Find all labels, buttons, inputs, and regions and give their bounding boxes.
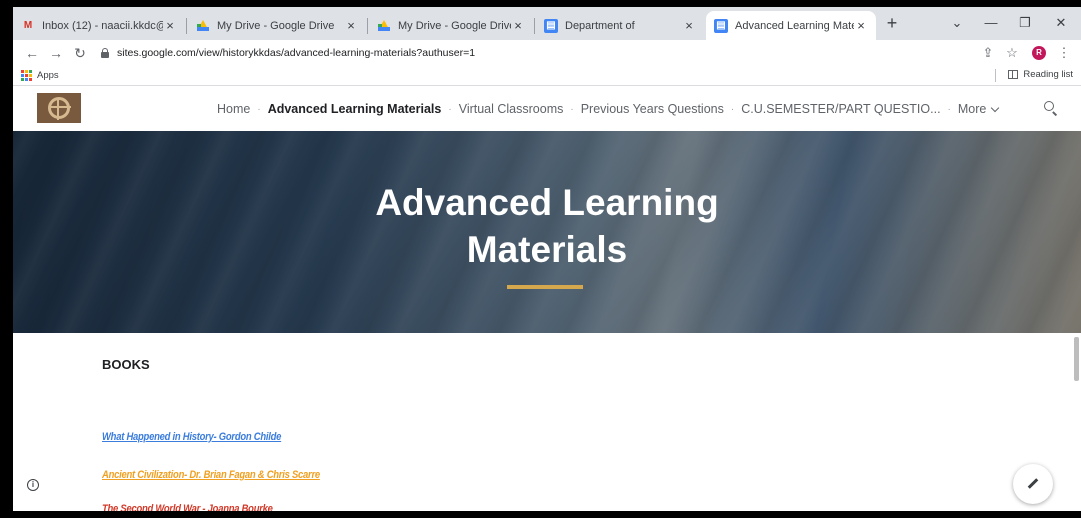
page-title-line-1: Advanced Learning bbox=[375, 182, 719, 223]
window-close-icon[interactable]: ✕ bbox=[1047, 13, 1075, 33]
tab-gmail-inbox[interactable]: M Inbox (12) - naacii.kkdc@gm × bbox=[13, 11, 185, 40]
nav-item-cu-semester-questions[interactable]: C.U.SEMESTER/PART QUESTIO... bbox=[741, 102, 940, 116]
restore-icon[interactable]: ❐ bbox=[1011, 13, 1039, 33]
wheel-icon bbox=[48, 97, 71, 120]
minimize-icon[interactable]: — bbox=[977, 13, 1005, 33]
search-icon[interactable] bbox=[1044, 101, 1058, 115]
toolbar: ← → ↻ sites.google.com/view/historykkdas… bbox=[13, 40, 1081, 66]
nav-separator: · bbox=[570, 103, 574, 115]
reload-icon[interactable]: ↻ bbox=[71, 44, 89, 62]
tab-separator bbox=[534, 18, 535, 34]
bookmarks-bar: Apps Reading list bbox=[13, 66, 1081, 86]
share-icon[interactable]: ⇪ bbox=[979, 44, 997, 62]
nav-more-button[interactable]: More bbox=[957, 102, 1000, 116]
site-logo[interactable] bbox=[37, 93, 81, 123]
book-link-ancient-civilization[interactable]: Ancient Civilization- Dr. Brian Fagan & … bbox=[102, 469, 320, 481]
gmail-icon: M bbox=[23, 20, 33, 31]
tab-department[interactable]: ▤ Department of × bbox=[536, 11, 704, 40]
chevron-down-icon bbox=[991, 103, 1000, 113]
reading-list-icon bbox=[1008, 70, 1019, 79]
apps-shortcut[interactable]: Apps bbox=[21, 70, 59, 81]
nav-item-virtual-classrooms[interactable]: Virtual Classrooms bbox=[459, 102, 564, 116]
browser-window: M Inbox (12) - naacii.kkdc@gm × My Drive… bbox=[13, 7, 1081, 511]
hero-banner: Advanced Learning Materials bbox=[13, 131, 1081, 333]
title-accent-bar bbox=[507, 285, 583, 289]
profile-avatar[interactable]: R bbox=[1032, 46, 1046, 60]
tab-search-icon[interactable]: ⌄ bbox=[943, 13, 971, 33]
tab-strip: M Inbox (12) - naacii.kkdc@gm × My Drive… bbox=[13, 7, 1081, 40]
book-link-second-world-war[interactable]: The Second World War - Joanna Bourke bbox=[102, 503, 273, 511]
apps-grid-icon bbox=[21, 70, 32, 81]
forward-icon[interactable]: → bbox=[47, 44, 65, 62]
book-link-what-happened-in-history[interactable]: What Happened in History- Gordon Childe bbox=[102, 431, 281, 443]
address-bar[interactable]: sites.google.com/view/historykkdas/advan… bbox=[101, 43, 973, 63]
close-icon[interactable]: × bbox=[163, 18, 177, 33]
close-icon[interactable]: × bbox=[344, 18, 358, 33]
kebab-menu-icon[interactable]: ⋮ bbox=[1055, 44, 1073, 62]
google-sites-icon: ▤ bbox=[544, 18, 558, 33]
apps-label: Apps bbox=[37, 70, 59, 81]
tab-title: Inbox (12) - naacii.kkdc@gm bbox=[42, 19, 163, 32]
tab-google-drive-2[interactable]: My Drive - Google Drive × bbox=[369, 11, 533, 40]
nav-separator: · bbox=[257, 103, 261, 115]
lock-icon[interactable] bbox=[101, 48, 109, 58]
nav-separator: · bbox=[730, 103, 735, 115]
nav-more-label: More bbox=[957, 102, 987, 116]
google-sites-icon: ▤ bbox=[714, 18, 728, 33]
tab-title: Department of bbox=[565, 19, 635, 32]
edit-pencil-button[interactable] bbox=[1013, 464, 1053, 504]
close-icon[interactable]: × bbox=[682, 18, 696, 33]
tab-google-drive-1[interactable]: My Drive - Google Drive × bbox=[188, 11, 366, 40]
tab-separator bbox=[367, 18, 368, 34]
google-drive-icon bbox=[196, 19, 210, 33]
page-title: Advanced Learning Materials bbox=[13, 179, 1081, 273]
tab-separator bbox=[186, 18, 187, 34]
close-icon[interactable]: × bbox=[511, 18, 525, 33]
close-icon[interactable]: × bbox=[854, 18, 868, 33]
page-title-line-2: Materials bbox=[466, 229, 628, 270]
tab-title: My Drive - Google Drive bbox=[217, 19, 335, 32]
new-tab-button[interactable]: + bbox=[880, 11, 904, 35]
nav-separator: · bbox=[947, 103, 951, 115]
reading-list-button[interactable]: Reading list bbox=[1008, 69, 1073, 80]
info-icon[interactable]: i bbox=[27, 479, 39, 491]
site-navigation: Home · Advanced Learning Materials · Vir… bbox=[217, 87, 1000, 131]
books-heading: BOOKS bbox=[102, 357, 150, 372]
tab-title: My Drive - Google Drive bbox=[398, 19, 511, 32]
site-page: Home · Advanced Learning Materials · Vir… bbox=[13, 87, 1081, 511]
nav-separator: · bbox=[448, 103, 452, 115]
scrollbar-thumb[interactable] bbox=[1074, 337, 1079, 381]
tab-title: Advanced Learning Materials bbox=[735, 19, 854, 32]
url-text: sites.google.com/view/historykkdas/advan… bbox=[117, 47, 476, 59]
google-drive-icon bbox=[377, 19, 391, 33]
site-header: Home · Advanced Learning Materials · Vir… bbox=[13, 87, 1081, 131]
bookmark-star-icon[interactable]: ☆ bbox=[1003, 44, 1021, 62]
main-content: BOOKS What Happened in History- Gordon C… bbox=[13, 333, 1081, 511]
reading-list-label: Reading list bbox=[1023, 69, 1073, 80]
tab-advanced-learning-materials[interactable]: ▤ Advanced Learning Materials × bbox=[706, 11, 876, 40]
nav-item-home[interactable]: Home bbox=[217, 102, 250, 116]
bookmarks-divider bbox=[995, 69, 996, 82]
back-icon[interactable]: ← bbox=[23, 44, 41, 62]
nav-item-advanced-learning-materials[interactable]: Advanced Learning Materials bbox=[268, 102, 442, 116]
nav-item-previous-years-questions[interactable]: Previous Years Questions bbox=[581, 102, 724, 116]
